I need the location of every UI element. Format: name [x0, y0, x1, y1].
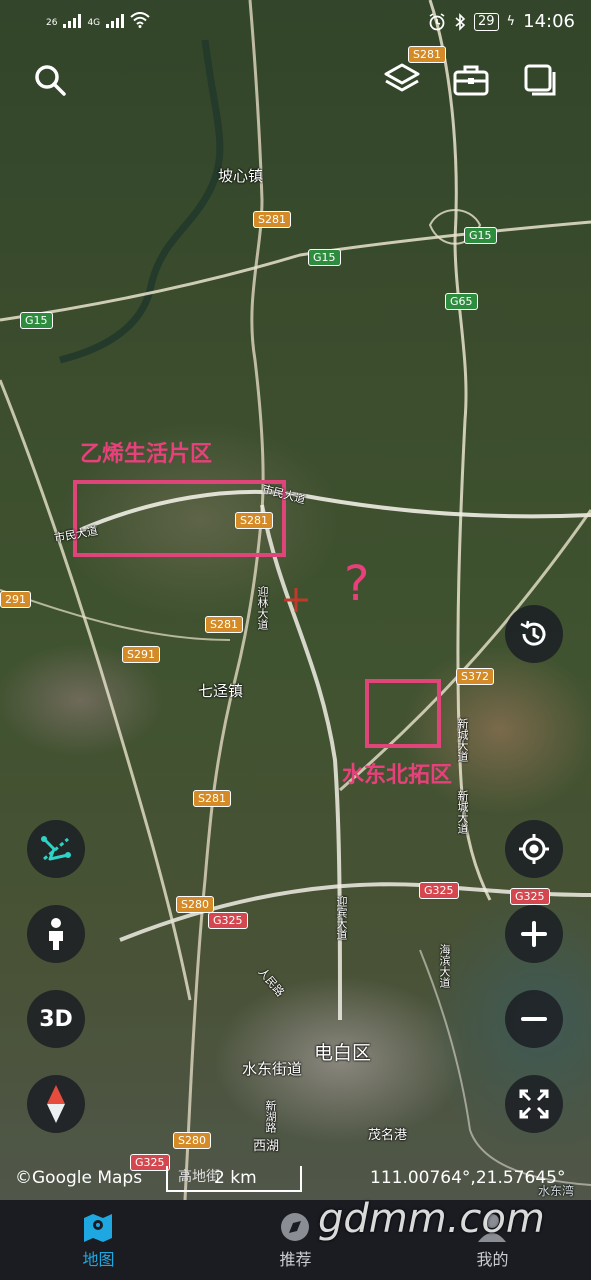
recommend-icon: [281, 1213, 309, 1241]
road-shimin: [79, 489, 591, 532]
road-s291: [0, 589, 231, 641]
road-label-yingbin: 迎宾大道: [335, 896, 348, 940]
zoom-out-button[interactable]: [505, 990, 563, 1048]
minus-icon: [521, 1017, 547, 1021]
shield-s281-mid: S281: [205, 616, 243, 633]
shield-g65: G65: [445, 293, 478, 310]
clock: 14:06: [523, 11, 575, 32]
copyright-text: ©Google Maps: [15, 1168, 143, 1188]
shield-g15-mid: G15: [308, 249, 341, 266]
bluetooth-icon: [455, 12, 466, 31]
map-switch-button[interactable]: [520, 60, 560, 100]
signal-bars-icon-2: [106, 14, 125, 28]
road-label-xincheng-2: 新城大道: [456, 790, 469, 834]
route-icon: [41, 836, 71, 861]
signal-label-2: 4G: [87, 18, 101, 28]
road-yinglin: [260, 504, 342, 1021]
shield-g325-far: G325: [510, 888, 550, 905]
map-icon: [84, 1214, 112, 1242]
road-left: [0, 379, 192, 1001]
fullscreen-button[interactable]: [505, 1075, 563, 1133]
status-bar: 26 4G 29 ϟ 14:06: [0, 0, 591, 44]
road-label-xinhu: 新湖路: [264, 1100, 277, 1133]
shield-s281-poxin: S281: [253, 211, 291, 228]
toolbox-icon: [453, 65, 489, 96]
shield-g325-right: G325: [419, 882, 459, 899]
compass-button[interactable]: [27, 1075, 85, 1133]
road-label-yinglin: 迎林大道: [256, 586, 269, 630]
shield-g15-left: G15: [20, 312, 53, 329]
alarm-icon: [429, 12, 445, 30]
battery-level: 29: [474, 12, 499, 31]
search-icon: [35, 65, 66, 96]
tab-map[interactable]: 地图: [0, 1200, 197, 1280]
place-label-qitong: 七迳镇: [198, 682, 244, 700]
tab-map-label: 地图: [82, 1250, 115, 1269]
person-icon: [49, 918, 63, 950]
signal-bars-icon: [63, 14, 82, 28]
locate-icon: [519, 834, 549, 864]
search-button[interactable]: [30, 60, 70, 100]
road-g15: [0, 220, 591, 322]
tab-profile-label: 我的: [476, 1250, 509, 1269]
locate-button[interactable]: [505, 820, 563, 878]
shield-g15-right: G15: [464, 227, 497, 244]
signal-label-1: 26: [46, 18, 58, 28]
plus-icon: [521, 921, 547, 947]
toolbox-button[interactable]: [451, 60, 491, 100]
river: [59, 39, 224, 364]
shield-s281-box: S281: [235, 512, 273, 529]
bottom-tab-bar: 地图 推荐 我的 gdmm.com: [0, 1196, 591, 1280]
shield-s291-left: 291: [0, 591, 31, 608]
shield-g325-left: G325: [208, 912, 248, 929]
charging-icon: ϟ: [506, 14, 516, 29]
history-icon: [520, 620, 546, 646]
coordinates-readout: 111.00764°,21.57645°: [370, 1168, 566, 1188]
place-label-xihu: 西湖: [253, 1139, 280, 1154]
annotation-north-zone: 水东北拓区: [342, 763, 453, 788]
map-switch-icon: [524, 64, 556, 96]
signal-indicators: 26 4G: [46, 12, 150, 28]
scale-label: 2 km: [214, 1168, 257, 1188]
road-network: [0, 0, 591, 1200]
history-button[interactable]: [505, 605, 563, 663]
route-button[interactable]: [27, 820, 85, 878]
map-info-bar: ©Google Maps 高地街 2 km 111.00764°,21.5764…: [0, 1166, 591, 1196]
place-label-dianbai: 电白区: [314, 1042, 372, 1064]
wifi-icon: [130, 12, 150, 28]
status-right: 29 ϟ 14:06: [428, 11, 575, 32]
scale-bar: 高地街 2 km: [166, 1166, 302, 1192]
compass-icon: [47, 1085, 65, 1123]
annotation-life-zone: 乙烯生活片区: [80, 442, 213, 467]
shield-s280-b: S280: [173, 1132, 211, 1149]
tab-recommend-label: 推荐: [279, 1250, 312, 1269]
shield-s281-low: S281: [193, 790, 231, 807]
shield-s291-mid: S291: [122, 646, 160, 663]
fullscreen-icon: [519, 1089, 549, 1119]
layers-button[interactable]: [382, 60, 422, 100]
north-zone-box: [365, 679, 441, 748]
satellite-map[interactable]: 坡心镇 七迳镇 电白区 水东街道 西湖 茂名港 水东湾 市民大道 市民大道 迎林…: [0, 0, 591, 1200]
road-label-xincheng-1: 新城大道: [456, 718, 469, 762]
shield-s280-a: S280: [176, 896, 214, 913]
road-label-haibin: 海滨大道: [438, 944, 451, 988]
place-label-shuidong-street: 水东街道: [242, 1060, 303, 1078]
shield-s372: S372: [456, 668, 494, 685]
3d-button[interactable]: 3D: [27, 990, 85, 1048]
layers-icon: [384, 63, 420, 92]
place-label-poxin: 坡心镇: [218, 167, 264, 185]
zoom-in-button[interactable]: [505, 905, 563, 963]
annotation-question-mark: ?: [344, 556, 370, 612]
street-view-button[interactable]: [27, 905, 85, 963]
place-label-maoming-port: 茂名港: [368, 1128, 408, 1143]
watermark: gdmm.com: [318, 1196, 545, 1242]
